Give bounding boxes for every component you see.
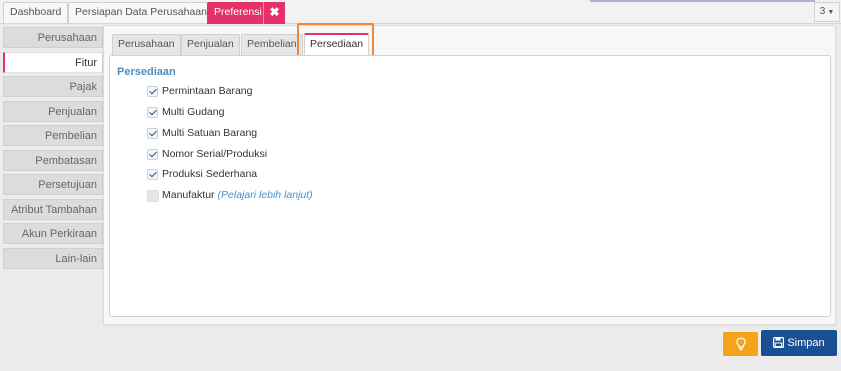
tab-preferensi[interactable]: Preferensi <box>207 2 269 24</box>
tab-persiapan-data-perusahaan[interactable]: Persiapan Data Perusahaan <box>68 2 214 23</box>
option-label: Permintaan Barang <box>162 85 253 97</box>
checkbox-permintaan-barang[interactable] <box>147 86 158 97</box>
option-label: Manufaktur (Pelajari lebih lanjut) <box>162 189 313 201</box>
checkmark-icon <box>149 149 157 158</box>
sidebar-item-atribut-tambahan[interactable]: Atribut Tambahan <box>3 198 103 220</box>
checkmark-icon <box>149 128 157 137</box>
subtab-persediaan[interactable]: Persediaan <box>304 33 370 56</box>
fitur-panel: Perusahaan Penjualan Pembelian Persediaa… <box>103 23 836 325</box>
section-title: Persediaan <box>117 66 176 78</box>
sidebar-item-pembatasan[interactable]: Pembatasan <box>3 149 103 171</box>
sidebar-item-fitur[interactable]: Fitur <box>3 51 103 73</box>
top-accent-line <box>590 0 815 2</box>
option-label: Multi Gudang <box>162 106 225 118</box>
tab-count-dropdown[interactable]: 3 ▼ <box>814 2 840 22</box>
tab-dashboard[interactable]: Dashboard <box>3 2 69 23</box>
checkbox-produksi-sederhana[interactable] <box>147 169 158 180</box>
close-icon[interactable]: ✖ <box>263 2 285 24</box>
lightbulb-icon <box>735 337 746 351</box>
checkmark-icon <box>149 86 157 95</box>
sidebar-item-akun-perkiraan[interactable]: Akun Perkiraan <box>3 223 103 244</box>
learn-more-link[interactable]: (Pelajari lebih lanjut) <box>218 189 313 201</box>
sidebar-item-pembelian[interactable]: Pembelian <box>3 125 103 146</box>
tab-count: 3 <box>819 6 826 17</box>
sidebar-item-lain-lain[interactable]: Lain-lain <box>3 247 103 269</box>
save-label: Simpan <box>787 337 825 349</box>
subtab-penjualan[interactable]: Penjualan <box>181 34 240 55</box>
preferences-sidebar: Perusahaan Fitur Pajak Penjualan Pembeli… <box>3 27 103 272</box>
manufaktur-label: Manufaktur <box>162 189 215 201</box>
subtab-perusahaan[interactable]: Perusahaan <box>112 34 181 55</box>
sidebar-item-perusahaan[interactable]: Perusahaan <box>3 27 103 48</box>
checkmark-icon <box>149 107 157 116</box>
sidebar-item-pajak[interactable]: Pajak <box>3 76 103 97</box>
checkmark-icon <box>149 169 157 178</box>
checkbox-nomor-serial-produksi[interactable] <box>147 149 158 160</box>
option-label: Produksi Sederhana <box>162 168 258 180</box>
chevron-down-icon: ▼ <box>827 9 835 16</box>
top-tab-bar: Dashboard Persiapan Data Perusahaan Pref… <box>0 0 841 24</box>
option-label: Nomor Serial/Produksi <box>162 148 268 160</box>
checkbox-multi-gudang[interactable] <box>147 107 158 118</box>
option-label: Multi Satuan Barang <box>162 127 258 139</box>
sidebar-item-persetujuan[interactable]: Persetujuan <box>3 174 103 195</box>
checkbox-manufaktur[interactable] <box>147 190 159 202</box>
floppy-disk-icon <box>773 337 785 349</box>
save-button[interactable]: Simpan <box>761 330 837 356</box>
sidebar-item-penjualan[interactable]: Penjualan <box>3 100 103 122</box>
subtab-pembelian[interactable]: Pembelian <box>241 34 303 55</box>
persediaan-content: Persediaan Permintaan Barang Multi Gudan… <box>109 55 831 317</box>
checkbox-multi-satuan-barang[interactable] <box>147 128 158 139</box>
tips-button[interactable] <box>723 332 758 356</box>
